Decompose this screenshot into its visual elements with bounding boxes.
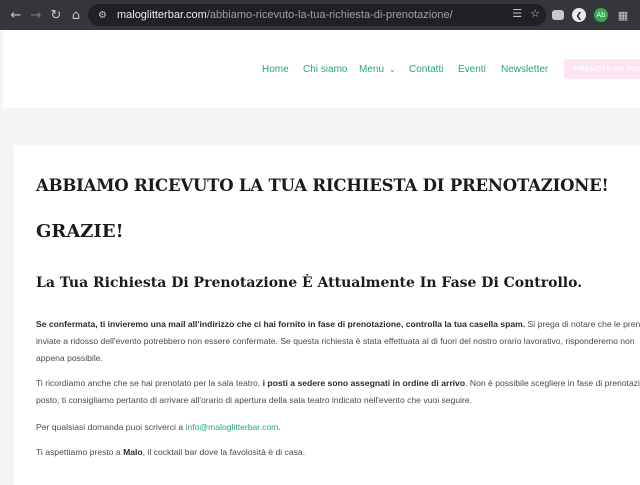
home-icon[interactable]: ⌂ <box>66 5 86 25</box>
status-heading: La Tua Richiesta Di Prenotazione È Attua… <box>36 275 583 291</box>
closing-paragraph: Ti aspettiamo presto a Malo, il cocktail… <box>36 444 640 461</box>
nav-newsletter-link[interactable]: Newsletter <box>501 64 548 75</box>
closing-text: Ti aspettiamo presto a <box>36 447 124 457</box>
url-text[interactable]: maloglitterbar.com/abbiamo-ricevuto-la-t… <box>117 9 453 21</box>
page-title: ABBIAMO RICEVUTO LA TUA RICHIESTA DI PRE… <box>36 176 609 195</box>
seating-bold-text: i posti a sedere sono assegnati in ordin… <box>262 378 466 388</box>
browser-toolbar: ← → ↻ ⌂ ⚙ maloglitterbar.com/abbiamo-ric… <box>0 0 640 30</box>
nav-chi-siamo-link[interactable]: Chi siamo <box>303 64 347 75</box>
nav-menu-dropdown[interactable]: Menu ⌄ <box>359 64 396 75</box>
contact-end: . <box>278 422 281 432</box>
reload-icon[interactable]: ↻ <box>46 5 66 25</box>
site-settings-icon[interactable]: ⚙ <box>98 10 107 21</box>
puzzle-icon[interactable]: ▦ <box>616 8 630 22</box>
back-icon[interactable]: ← <box>6 5 26 25</box>
confirmation-line-3: appena possibile. <box>36 353 103 363</box>
confirmation-note: Si prega di notare che le prenotazioni <box>527 319 640 329</box>
bookmark-star-icon[interactable]: ☆ <box>530 7 540 20</box>
site-header: Home Chi siamo Menu ⌄ Contatti Eventi New… <box>3 30 640 108</box>
chevron-down-icon: ⌄ <box>389 65 396 74</box>
thanks-heading: GRAZIE! <box>36 221 124 242</box>
arrow-extension-icon[interactable]: ❮ <box>572 8 586 22</box>
ab-extension-icon[interactable]: Ab <box>594 8 608 22</box>
contact-text: Per qualsiasi domanda puoi scriverci a <box>36 422 186 432</box>
closing-text-rest: , il cocktail bar dove la favolosità è d… <box>142 447 306 457</box>
nav-home-link[interactable]: Home <box>262 64 289 75</box>
nav-eventi-link[interactable]: Eventi <box>458 64 486 75</box>
theater-text: Ti ricordiamo anche che se hai prenotato… <box>36 378 263 388</box>
theater-line-2: posto, ti consigliamo pertanto di arriva… <box>36 395 473 405</box>
confirmation-line-2: inviate a ridosso dell'evento potrebbero… <box>36 336 635 346</box>
theater-paragraph: Ti ricordiamo anche che se hai prenotato… <box>36 375 640 409</box>
nav-menu-label: Menu <box>359 64 385 75</box>
confirmation-paragraph: Se confermata, ti invieremo una mail all… <box>36 316 640 367</box>
camera-extension-icon[interactable] <box>552 10 564 20</box>
book-seat-button[interactable]: PRENOTA UN POSTO <box>564 59 640 79</box>
address-bar[interactable]: ⚙ maloglitterbar.com/abbiamo-ricevuto-la… <box>88 4 546 26</box>
forward-icon[interactable]: → <box>26 5 46 25</box>
translate-icon[interactable]: ☰ <box>512 7 522 20</box>
malo-bold-text: Malo <box>123 447 143 457</box>
contact-paragraph: Per qualsiasi domanda puoi scriverci a i… <box>36 419 640 436</box>
email-link[interactable]: info@maloglitterbar.com <box>186 422 279 432</box>
nav-contatti-link[interactable]: Contatti <box>409 64 443 75</box>
confirmation-bold-text: Se confermata, ti invieremo una mail all… <box>36 319 526 329</box>
theater-text-rest: . Non è possibile scegliere in fase di p… <box>465 378 640 388</box>
